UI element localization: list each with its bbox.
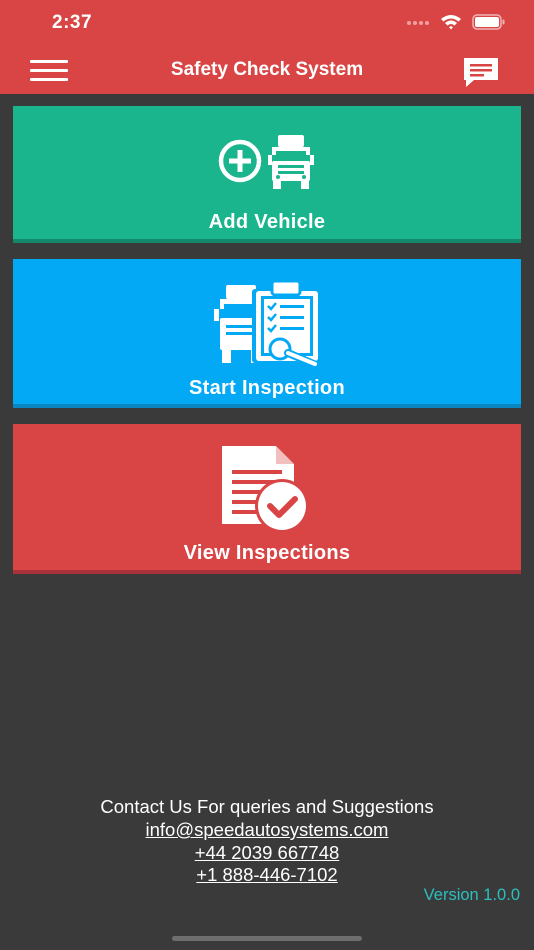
- battery-icon: [472, 14, 505, 30]
- add-vehicle-button[interactable]: Add Vehicle: [13, 106, 521, 243]
- view-inspections-label: View Inspections: [183, 542, 351, 564]
- phone-us-link[interactable]: +1 888-446-7102: [196, 864, 337, 885]
- version-text: Version 1.0.0: [423, 886, 520, 904]
- signal-icon: [407, 21, 429, 25]
- wifi-icon: [441, 15, 461, 30]
- truck-checklist-magnifier-icon: [214, 279, 320, 367]
- email-link-wrapper: info@speedautosystems.com: [0, 819, 534, 841]
- home-indicator[interactable]: [172, 936, 362, 941]
- status-icons: [406, 14, 506, 30]
- nav-bar: Safety Check System: [0, 48, 534, 94]
- chat-message-icon[interactable]: [462, 56, 500, 88]
- email-link[interactable]: info@speedautosystems.com: [146, 819, 389, 840]
- document-check-icon: [222, 446, 309, 533]
- start-inspection-button[interactable]: Start Inspection: [13, 259, 521, 408]
- phone-uk-link[interactable]: +44 2039 667748: [195, 842, 340, 863]
- view-inspections-button[interactable]: View Inspections: [13, 424, 521, 574]
- status-time: 2:37: [52, 12, 93, 33]
- add-vehicle-label: Add Vehicle: [208, 211, 326, 233]
- phone-uk-wrapper: +44 2039 667748: [0, 842, 534, 864]
- plus-truck-icon: [218, 135, 314, 189]
- contact-text: Contact Us For queries and Suggestions: [100, 796, 434, 817]
- status-bar: 2:37: [0, 0, 534, 48]
- page-title: Safety Check System: [170, 59, 364, 80]
- start-inspection-label: Start Inspection: [189, 377, 345, 399]
- phone-us-wrapper: +1 888-446-7102: [0, 864, 534, 886]
